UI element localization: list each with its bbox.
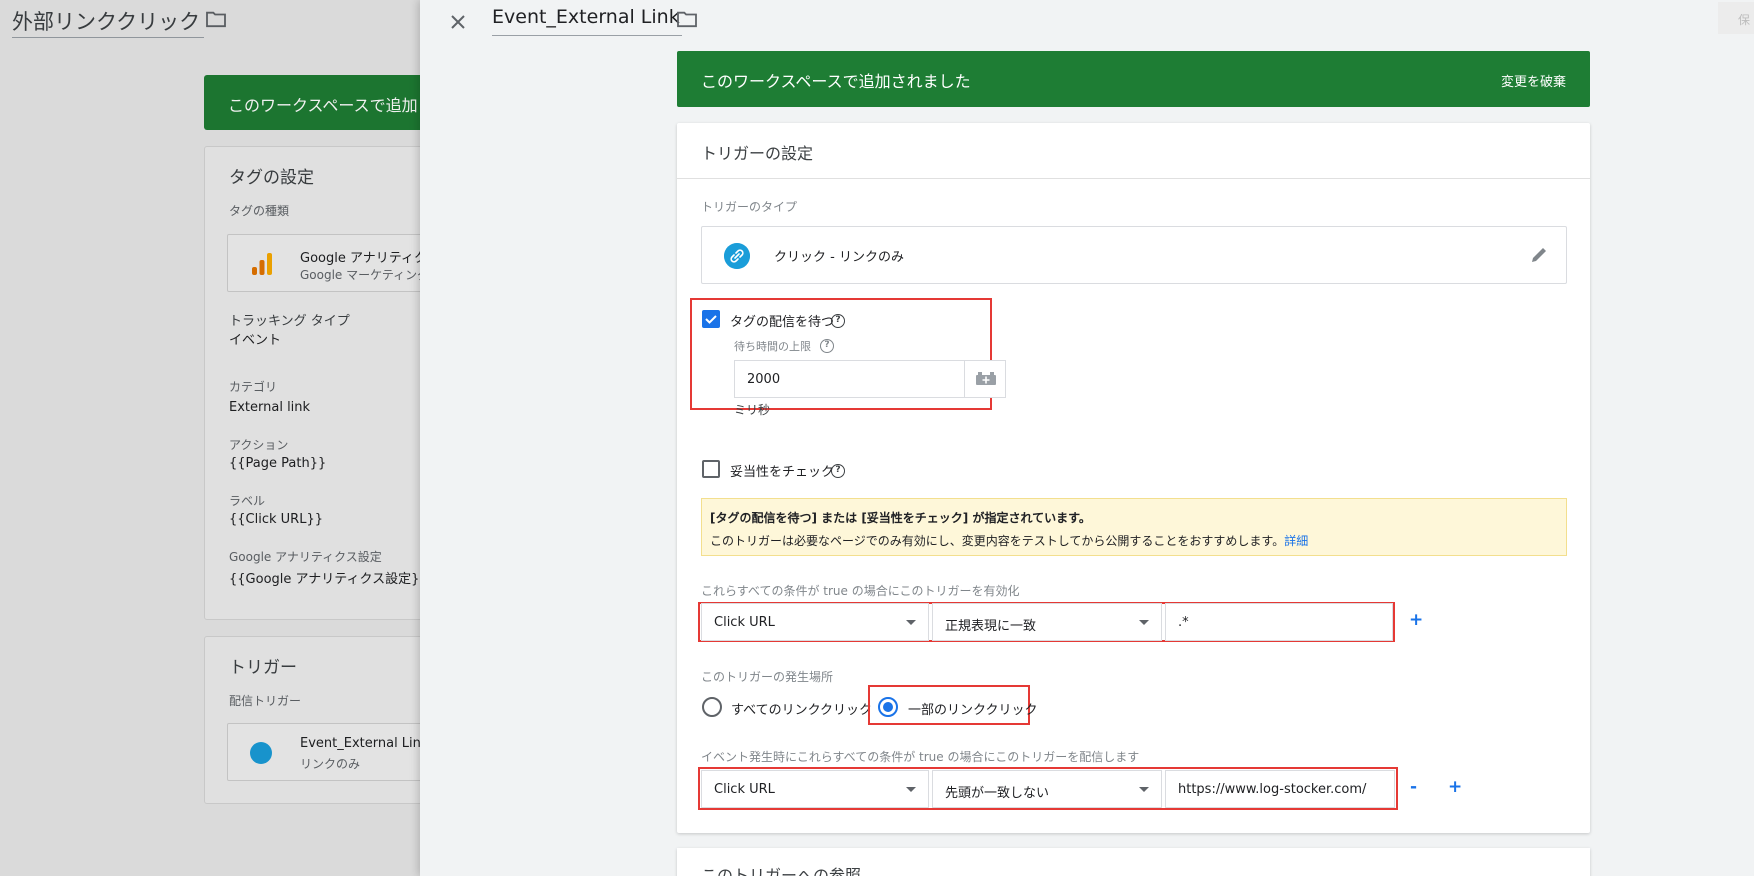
label-label: ラベル <box>229 494 266 508</box>
variable-block-icon <box>976 372 996 385</box>
caret-down-icon <box>1139 620 1149 625</box>
fire-condition-label: イベント発生時にこれらすべての条件が true の場合にこのトリガーを配信します <box>701 750 1140 764</box>
fire-variable-value: Click URL <box>714 782 775 797</box>
insert-variable-button[interactable] <box>964 360 1006 398</box>
tag-type-label: タグの種類 <box>229 204 290 218</box>
tag-name: Google アナリティクス <box>300 251 440 266</box>
fire-operator-value: 先頭が一致しない <box>945 786 1050 801</box>
folder-icon[interactable] <box>676 10 698 28</box>
ga-settings-value: {{Google アナリティクス設定}} <box>229 572 428 587</box>
trigger-editor-panel: Event_External Link 保 このワークスペースで追加されました … <box>420 0 1754 876</box>
trigger-heading: トリガー <box>229 658 297 678</box>
trigger-type-label: トリガーのタイプ <box>701 200 798 214</box>
tracking-type-label: トラッキング タイプ <box>229 314 350 329</box>
tag-settings-heading: タグの設定 <box>229 168 314 188</box>
action-value: {{Page Path}} <box>229 456 327 471</box>
action-label: アクション <box>229 438 289 452</box>
save-button[interactable]: 保 <box>1718 2 1754 34</box>
add-enable-condition-button[interactable]: + <box>1409 610 1423 630</box>
trigger-card: トリガー 配信トリガー Event_External Link リンクのみ <box>204 636 444 804</box>
warning-title: [タグの配信を待つ] または [妥当性をチェック] が指定されています。 <box>710 511 1091 525</box>
caret-down-icon <box>1139 787 1149 792</box>
fire-variable-select[interactable]: Click URL <box>701 770 929 808</box>
references-heading: このトリガーへの参照 <box>701 866 862 876</box>
trigger-config-card: トリガーの設定 トリガーのタイプ クリック - リンクのみ タグの配信を待つ ?… <box>677 123 1590 833</box>
tag-vendor: Google マーケティング <box>300 268 430 282</box>
trigger-name-title[interactable]: Event_External Link <box>492 6 682 36</box>
caret-down-icon <box>906 620 916 625</box>
tag-title: 外部リンククリック <box>12 6 205 38</box>
workspace-banner: このワークスペースで追加 <box>204 75 444 130</box>
help-icon[interactable]: ? <box>831 464 845 478</box>
workspace-banner: このワークスペースで追加されました 変更を破棄 <box>677 51 1590 107</box>
all-link-clicks-label: すべてのリンククリック <box>731 703 873 718</box>
add-fire-condition-button[interactable]: + <box>1448 777 1462 797</box>
some-link-clicks-label: 一部のリンククリック <box>908 703 1038 718</box>
enable-operator-select[interactable]: 正規表現に一致 <box>932 603 1162 641</box>
enable-operator-value: 正規表現に一致 <box>945 619 1037 634</box>
category-label: カテゴリ <box>229 380 278 394</box>
firing-trigger-box[interactable]: Event_External Link リンクのみ <box>227 723 443 781</box>
details-link[interactable]: 詳細 <box>1284 534 1308 548</box>
wait-for-tags-label: タグの配信を待つ <box>730 315 835 330</box>
tag-settings-card: タグの設定 タグの種類 Google アナリティクス Google マーケティン… <box>204 146 444 620</box>
tag-type-box[interactable]: Google アナリティクス Google マーケティング <box>227 234 443 292</box>
enable-value-field[interactable]: .* <box>1165 603 1393 641</box>
wait-for-tags-checkbox[interactable] <box>702 310 720 328</box>
category-value: External link <box>229 400 311 415</box>
trigger-type-box[interactable]: クリック - リンクのみ <box>701 226 1567 284</box>
all-link-clicks-radio[interactable] <box>702 697 722 717</box>
label-value: {{Click URL}} <box>229 512 323 527</box>
check-validation-checkbox[interactable] <box>702 460 720 478</box>
pencil-icon[interactable] <box>1528 244 1550 266</box>
discard-changes-button[interactable]: 変更を破棄 <box>1501 71 1566 90</box>
checkmark-icon <box>705 315 717 324</box>
fire-value-field[interactable]: https://www.log-stocker.com/ <box>1165 770 1395 808</box>
firing-trigger-label: 配信トリガー <box>229 694 302 708</box>
check-validation-label: 妥当性をチェック <box>730 465 835 480</box>
trigger-config-heading: トリガーの設定 <box>677 123 1590 179</box>
caret-down-icon <box>906 787 916 792</box>
close-icon[interactable] <box>442 6 474 38</box>
link-icon <box>724 243 750 269</box>
enable-variable-value: Click URL <box>714 615 775 630</box>
ga-settings-label: Google アナリティクス設定 <box>229 550 382 564</box>
unit-label: ミリ秒 <box>734 403 771 417</box>
warning-box: [タグの配信を待つ] または [妥当性をチェック] が指定されています。 このト… <box>701 498 1567 556</box>
folder-icon[interactable] <box>205 10 227 28</box>
fires-on-label: このトリガーの発生場所 <box>701 670 834 684</box>
firing-trigger-type: リンクのみ <box>300 757 361 771</box>
help-icon[interactable]: ? <box>820 339 834 353</box>
fire-operator-select[interactable]: 先頭が一致しない <box>932 770 1162 808</box>
max-wait-input[interactable] <box>734 360 964 398</box>
remove-fire-condition-button[interactable]: - <box>1410 777 1417 797</box>
references-card: このトリガーへの参照 <box>677 848 1590 876</box>
firing-trigger-name: Event_External Link <box>300 736 429 751</box>
tracking-type-value: イベント <box>229 333 282 348</box>
help-icon[interactable]: ? <box>831 314 845 328</box>
trigger-type-value: クリック - リンクのみ <box>774 250 904 265</box>
enable-condition-label: これらすべての条件が true の場合にこのトリガーを有効化 <box>701 584 1020 598</box>
link-icon <box>250 742 272 764</box>
warning-body-text: このトリガーは必要なページでのみ有効にし、変更内容をテストしてから公開することを… <box>710 534 1285 548</box>
panel-topbar: Event_External Link 保 <box>420 0 1754 46</box>
google-analytics-icon <box>252 253 272 275</box>
max-wait-label: 待ち時間の上限 <box>734 340 811 353</box>
enable-variable-select[interactable]: Click URL <box>701 603 929 641</box>
some-link-clicks-radio[interactable] <box>878 697 898 717</box>
workspace-banner-message: このワークスペースで追加されました <box>701 72 971 91</box>
warning-body: このトリガーは必要なページでのみ有効にし、変更内容をテストしてから公開することを… <box>710 532 1308 549</box>
